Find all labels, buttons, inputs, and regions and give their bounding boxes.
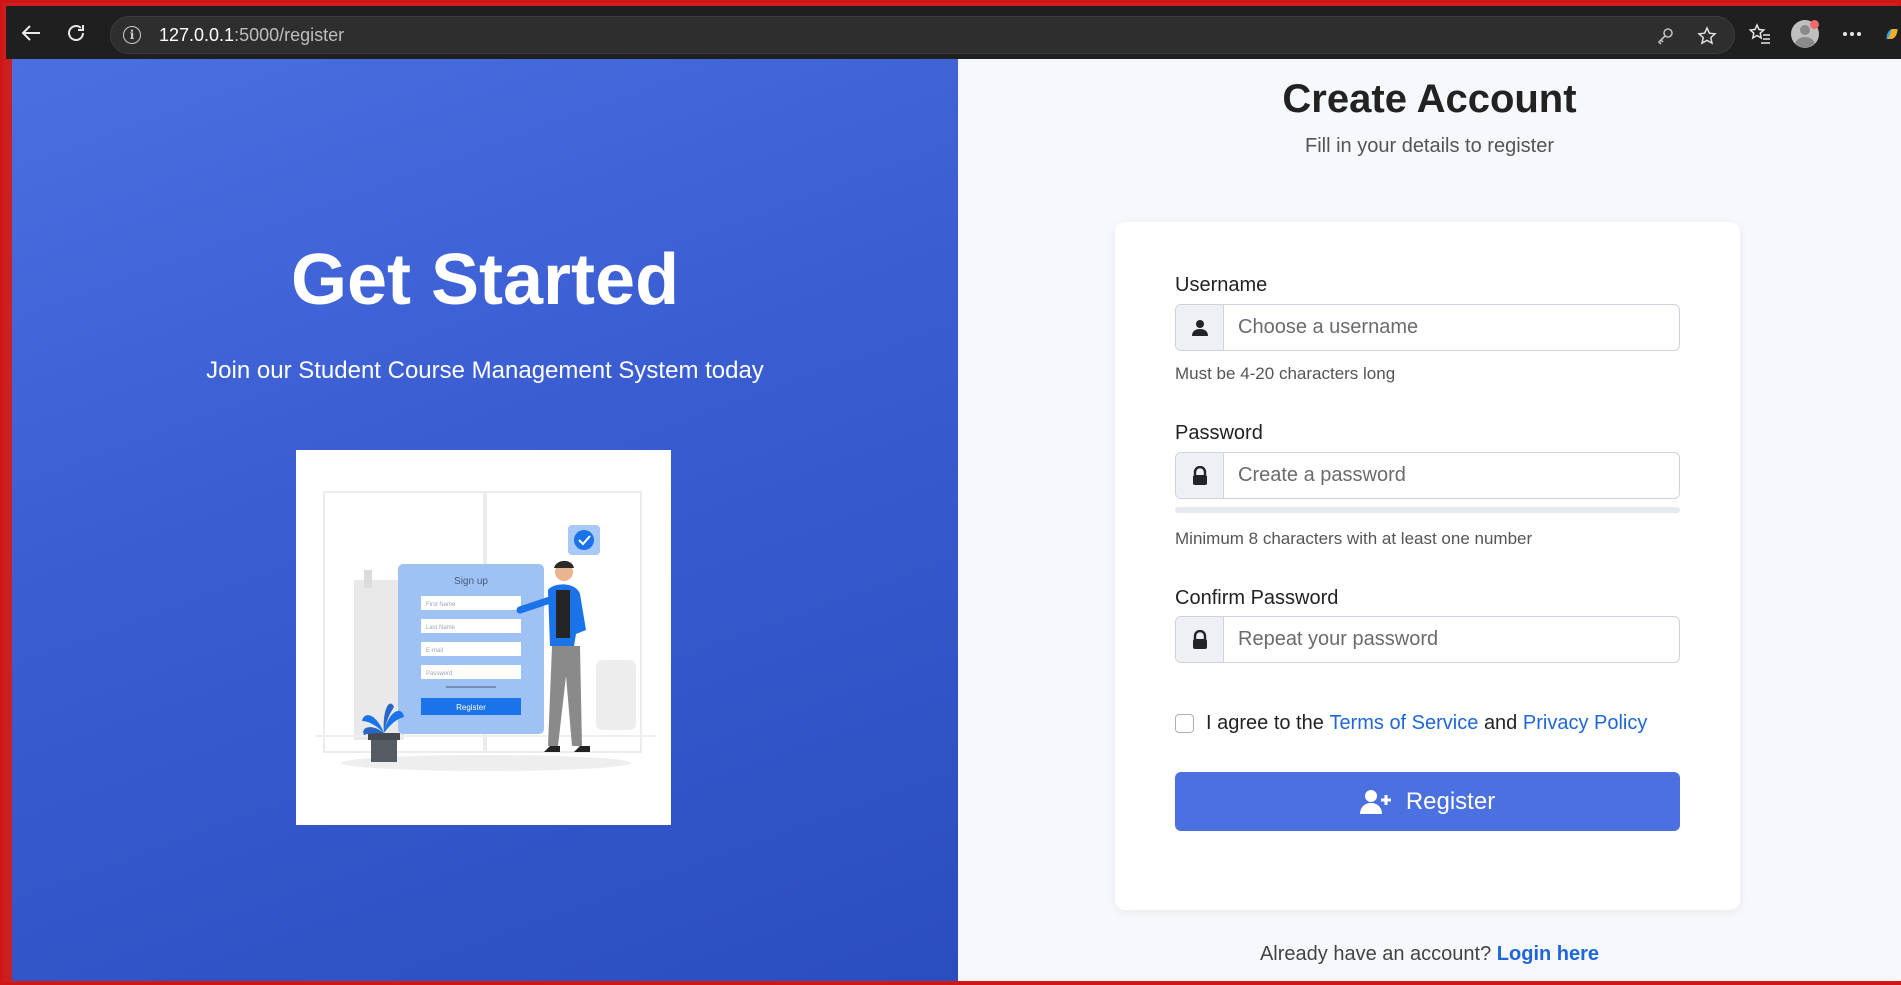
favorite-star-icon[interactable] [1694, 23, 1720, 49]
copilot-icon[interactable] [1883, 18, 1901, 50]
login-link[interactable]: Login here [1497, 943, 1599, 965]
page-title: Create Account [1282, 77, 1577, 121]
illustration-field-last-name: Last Name [426, 625, 456, 631]
password-input-group [1175, 452, 1680, 499]
illustration-field-password: Password [426, 671, 452, 677]
user-plus-icon [1359, 789, 1391, 814]
page-content: Get Started Join our Student Course Mana… [12, 59, 1901, 981]
register-form-card: Username Must be 4-20 characters long Pa… [1115, 222, 1740, 910]
lock-icon [1176, 617, 1224, 662]
illustration-heading: Sign up [454, 576, 488, 587]
hero-subtitle: Join our Student Course Management Syste… [206, 357, 764, 384]
password-strength-bar [1175, 507, 1680, 513]
privacy-policy-link[interactable]: Privacy Policy [1523, 712, 1647, 735]
register-panel: Create Account Fill in your details to r… [958, 59, 1901, 981]
terms-checkbox[interactable] [1175, 714, 1194, 733]
illustration-field-first-name: First Name [426, 602, 456, 608]
username-input-group [1175, 304, 1680, 351]
terms-of-service-link[interactable]: Terms of Service [1329, 712, 1478, 735]
register-button-label: Register [1405, 787, 1496, 815]
user-icon [1176, 305, 1224, 350]
agree-and: and [1483, 712, 1518, 734]
username-label: Username [1175, 274, 1268, 296]
hero-panel: Get Started Join our Student Course Mana… [12, 59, 958, 981]
confirm-password-input-group [1175, 616, 1680, 663]
url-text[interactable]: 127.0.0.1:5000/register [159, 25, 344, 46]
password-input[interactable] [1224, 453, 1679, 498]
url-path: :5000/register [234, 24, 345, 45]
browser-toolbar: i 127.0.0.1:5000/register [6, 6, 1901, 59]
login-prompt: Already have an account? Login here [958, 943, 1901, 966]
address-bar[interactable]: i 127.0.0.1:5000/register [110, 16, 1735, 54]
username-input[interactable] [1224, 305, 1679, 350]
password-help: Minimum 8 characters with at least one n… [1175, 529, 1533, 548]
signup-illustration: Sign up First Name Last Name E-mail Pass… [296, 450, 671, 825]
key-icon[interactable] [1652, 23, 1678, 49]
username-help: Must be 4-20 characters long [1175, 364, 1396, 383]
hero-title: Get Started [290, 240, 680, 320]
illustration-register-button: Register [456, 703, 486, 712]
notification-dot [1810, 20, 1819, 29]
register-button[interactable]: Register [1175, 772, 1680, 831]
confirm-password-input[interactable] [1224, 617, 1679, 662]
refresh-icon[interactable] [59, 16, 93, 50]
login-prompt-text: Already have an account? [1259, 943, 1492, 965]
confirm-password-label: Confirm Password [1175, 587, 1339, 609]
site-info-icon[interactable]: i [123, 26, 141, 44]
lock-icon [1176, 453, 1224, 498]
favorites-icon[interactable] [1744, 18, 1776, 50]
illustration-field-email: E-mail [426, 648, 443, 654]
browser-window: i 127.0.0.1:5000/register Get Started Jo… [0, 0, 1901, 985]
more-options-icon[interactable] [1836, 18, 1868, 50]
terms-agreement: I agree to the Terms of Service and Priv… [1175, 712, 1647, 735]
profile-avatar[interactable] [1789, 18, 1821, 50]
password-label: Password [1175, 422, 1263, 444]
agree-prefix: I agree to the [1206, 712, 1324, 734]
back-icon[interactable] [14, 16, 48, 50]
url-host: 127.0.0.1 [159, 24, 235, 45]
page-subtitle: Fill in your details to register [1305, 135, 1554, 157]
